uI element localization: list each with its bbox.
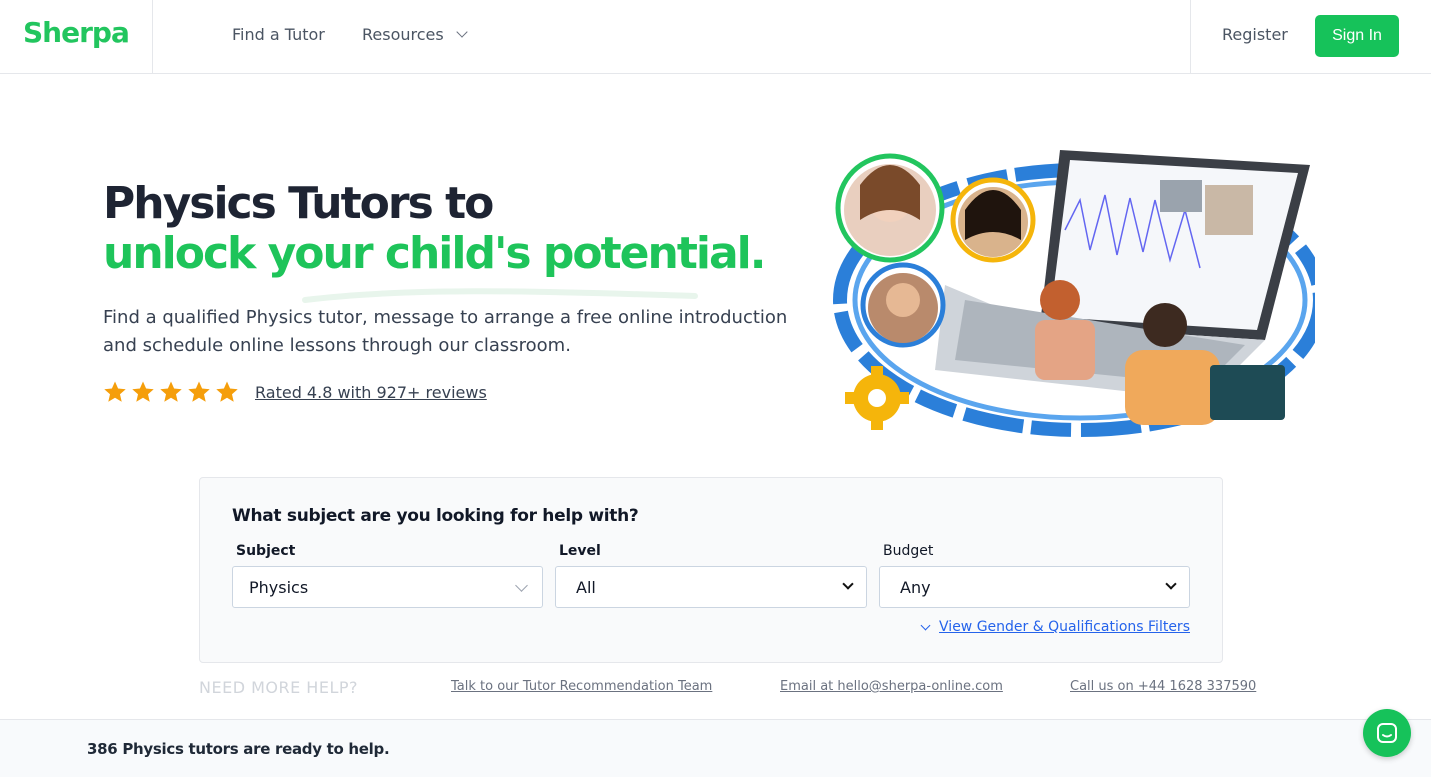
email-link[interactable]: Email at hello@sherpa-online.com — [780, 679, 1003, 694]
level-value: All — [576, 577, 596, 597]
tutor-count-bar: 386 Physics tutors are ready to help. — [0, 719, 1431, 777]
budget-select[interactable]: Any — [879, 566, 1190, 608]
filters-link-label: View Gender & Qualifications Filters — [939, 619, 1190, 635]
subject-select[interactable]: Physics — [232, 566, 543, 608]
nav-find-a-tutor[interactable]: Find a Tutor — [232, 25, 325, 44]
gender-qualifications-filters-link[interactable]: View Gender & Qualifications Filters — [920, 619, 1190, 635]
tutor-search-card: What subject are you looking for help wi… — [199, 477, 1223, 663]
sherpa-logo[interactable]: Sherpa — [23, 16, 130, 49]
decorative-swoosh — [302, 288, 698, 303]
header-divider — [1190, 0, 1191, 73]
tutor-count-text: 386 Physics tutors are ready to help. — [87, 740, 390, 758]
budget-label: Budget — [883, 543, 934, 559]
sign-in-button[interactable]: Sign In — [1315, 15, 1399, 57]
nav-resources-label: Resources — [362, 25, 444, 44]
star-icon — [104, 381, 126, 402]
chat-button[interactable] — [1363, 709, 1411, 757]
level-select[interactable]: All — [555, 566, 867, 608]
register-link[interactable]: Register — [1222, 25, 1288, 44]
hero-title: Physics Tutors to — [103, 178, 494, 229]
subject-label: Subject — [236, 543, 296, 559]
search-question: What subject are you looking for help wi… — [232, 506, 639, 526]
chat-icon — [1377, 723, 1397, 743]
star-icon — [132, 381, 154, 402]
star-icon — [188, 381, 210, 402]
chevron-down-icon — [842, 578, 854, 590]
level-label: Level — [559, 543, 601, 559]
phone-link[interactable]: Call us on +44 1628 337590 — [1070, 679, 1256, 694]
budget-value: Any — [900, 577, 931, 597]
chevron-down-icon — [515, 579, 528, 592]
chevron-down-icon — [456, 26, 468, 38]
hero-title-highlight: unlock your child's potential. — [103, 228, 766, 279]
rating-reviews-link[interactable]: Rated 4.8 with 927+ reviews — [255, 383, 487, 402]
nav-resources[interactable]: Resources — [362, 25, 468, 44]
subject-value: Physics — [249, 577, 309, 597]
star-icon — [160, 381, 182, 402]
chevron-down-icon — [1165, 578, 1177, 590]
hero-illustration — [833, 150, 1315, 437]
hero-description: Find a qualified Physics tutor, message … — [103, 307, 788, 356]
header-divider — [152, 0, 153, 73]
chevron-down-icon — [920, 620, 931, 630]
site-header: Sherpa Find a Tutor Resources Register S… — [0, 0, 1431, 74]
star-icon — [216, 381, 238, 402]
need-more-help-heading: NEED MORE HELP? — [199, 678, 358, 697]
rating-stars — [103, 380, 239, 404]
talk-to-team-link[interactable]: Talk to our Tutor Recommendation Team — [451, 679, 712, 694]
